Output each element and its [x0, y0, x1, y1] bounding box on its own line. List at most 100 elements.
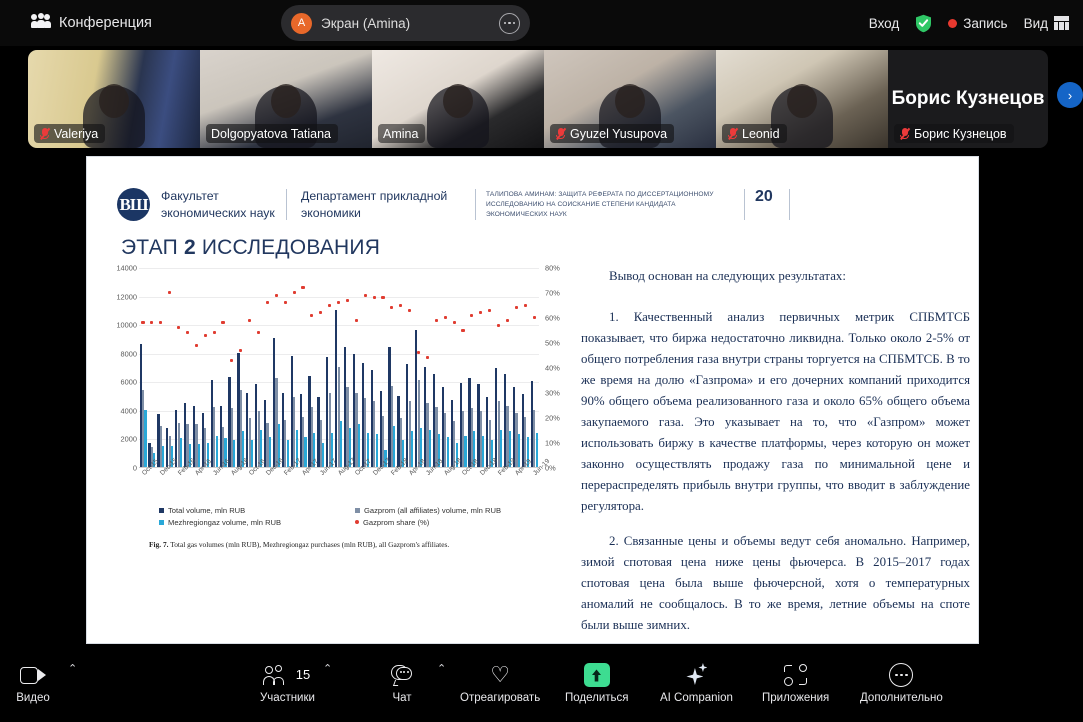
toolbar-sparkle[interactable]: AI Companion: [660, 662, 733, 704]
figure-caption: Fig. 7. Total gas volumes (mln RUB), Mez…: [149, 540, 569, 549]
chart-share-marker: [310, 313, 314, 317]
chart-share-marker: [239, 348, 243, 352]
toolbar-more-dots-circle[interactable]: Дополнительно: [860, 662, 943, 704]
legend-label: Mezhregiongaz volume, mln RUB: [168, 517, 282, 527]
meeting-info[interactable]: Конференция: [30, 13, 152, 32]
chart-y-tick-label: 12000: [116, 292, 137, 301]
toolbar-button[interactable]: AI Companion: [660, 662, 733, 704]
legend-square-marker: [159, 519, 164, 525]
more-dots-icon[interactable]: [499, 12, 520, 34]
toolbar-button[interactable]: Поделиться: [565, 662, 629, 704]
toolbar-participants[interactable]: 15 Участники ⌃: [260, 662, 332, 704]
toolbar-button[interactable]: Дополнительно: [860, 662, 943, 704]
chart-bar-group: [361, 268, 371, 467]
participant-name-large: Борис Кузнецов: [891, 88, 1045, 109]
login-button[interactable]: Вход: [869, 16, 900, 31]
toolbar-button[interactable]: 15 Участники: [260, 662, 315, 704]
toolbar-video-camera[interactable]: Видео ⌃: [6, 662, 77, 704]
chart-y-axis-right: 0% 10% 20% 30% 40% 50% 60% 70% 80%: [541, 263, 579, 472]
slide-title-post: ИССЛЕДОВАНИЯ: [195, 235, 381, 259]
screen-share-indicator[interactable]: A Экран (Amina): [281, 5, 530, 41]
chart-bar: [179, 438, 183, 467]
faculty-name: Факультет экономических наук: [161, 189, 275, 220]
chart-y-tick-label: 0: [132, 463, 137, 473]
participant-name: Amina: [383, 126, 419, 141]
participant-tile[interactable]: Amina: [372, 50, 544, 148]
chart-y2-tick-label: 10%: [545, 438, 560, 448]
participant-tile[interactable]: Valeriya: [28, 50, 200, 148]
hse-logo-text: ВШ: [119, 194, 148, 214]
meeting-label: Конференция: [59, 15, 152, 31]
participant-head: [615, 84, 645, 118]
participant-head: [443, 84, 473, 118]
encryption-status[interactable]: [915, 14, 932, 33]
chart-share-marker: [496, 323, 501, 327]
participant-tile[interactable]: Leonid: [716, 50, 888, 148]
participant-tile[interactable]: Борис Кузнецов Борис Кузнецов: [888, 50, 1048, 148]
chart-bar: [339, 421, 343, 467]
legend-label: Gazprom share (%): [363, 517, 430, 527]
chevron-up-icon[interactable]: ⌃: [437, 662, 446, 691]
chart-y-tick-label: 6000: [120, 377, 137, 387]
chevron-up-icon[interactable]: ⌃: [323, 662, 332, 691]
chart-legend-item: Total volume, mln RUB: [159, 506, 355, 515]
conclusion-paragraph-2: 2. Связанные цены и объемы ведут себя ан…: [581, 534, 970, 633]
toolbar-button[interactable]: Приложения: [762, 662, 829, 704]
share-screen-icon: [583, 663, 610, 687]
chart-legend-item: Gazprom (all affiliates) volume, mln RUB: [355, 506, 501, 515]
participant-name: Leonid: [742, 126, 780, 141]
chart-bar-group: [281, 268, 291, 467]
chart-bar-group: [335, 268, 344, 467]
chart-bar-group: [317, 268, 326, 467]
chart-bar: [162, 445, 165, 467]
chart-y2-tick-label: 70%: [545, 288, 560, 298]
chart-share-marker: [452, 321, 456, 325]
apps-icon: [783, 664, 808, 686]
chart-bar-group: [352, 268, 362, 467]
chart-bar-group: [486, 268, 495, 467]
chart-bar: [375, 434, 378, 467]
chart-bar-group: [148, 268, 157, 467]
participant-head: [787, 84, 817, 118]
chart-y2-tick-label: 30%: [545, 388, 560, 398]
chart-y2-tick-label: 50%: [545, 338, 560, 348]
chart-bar-group: [272, 268, 282, 467]
chart-bar-group: [139, 268, 149, 467]
filmstrip-next-button[interactable]: ›: [1057, 82, 1083, 108]
chart-share-marker: [390, 306, 394, 310]
toolbar-button[interactable]: Видео: [6, 662, 60, 704]
heart-icon: ♡: [490, 662, 510, 687]
chart-share-marker: [336, 301, 341, 305]
chart-bar: [535, 432, 538, 467]
chart-y2-tick-label: 60%: [545, 313, 560, 323]
participant-head: [271, 84, 301, 118]
toolbar-chat-bubble[interactable]: Чат ⌃: [375, 662, 446, 704]
chat-bubble-icon: [391, 665, 413, 686]
chevron-up-icon[interactable]: ⌃: [68, 662, 77, 691]
chart-share-marker: [443, 316, 447, 320]
shield-check-icon: [915, 14, 932, 33]
chart-bar-group: [201, 268, 211, 467]
chart-bar-group: [512, 268, 522, 467]
chart-share-marker: [416, 351, 421, 355]
toolbar-button[interactable]: ♡ Отреагировать: [460, 662, 540, 705]
participant-tile[interactable]: Gyuzel Yusupova: [544, 50, 716, 148]
chart-bar-group: [166, 268, 175, 467]
recording-indicator[interactable]: Запись: [948, 16, 1008, 31]
chart-share-marker: [425, 356, 430, 360]
layout-grid-icon: [1054, 16, 1069, 30]
toolbar-share-screen[interactable]: Поделиться: [565, 662, 629, 704]
participant-filmstrip[interactable]: Valeriya Dolgopyatova Tatiana Amina Gyuzel …: [28, 50, 1048, 148]
chart-share-marker: [319, 311, 323, 315]
participant-tile[interactable]: Dolgopyatova Tatiana: [200, 50, 372, 148]
view-button[interactable]: Вид: [1024, 16, 1069, 31]
toolbar-button-label: Поделиться: [565, 692, 629, 704]
chart-plot-area: [139, 267, 539, 468]
chart-bar-group: [441, 268, 451, 467]
toolbar-button-label: Видео: [16, 692, 50, 704]
toolbar-button[interactable]: Чат: [375, 662, 429, 704]
chart-bar: [286, 439, 289, 467]
header-divider: [788, 189, 790, 220]
toolbar-heart[interactable]: ♡ Отреагировать: [460, 662, 540, 705]
toolbar-apps[interactable]: Приложения: [762, 662, 829, 704]
